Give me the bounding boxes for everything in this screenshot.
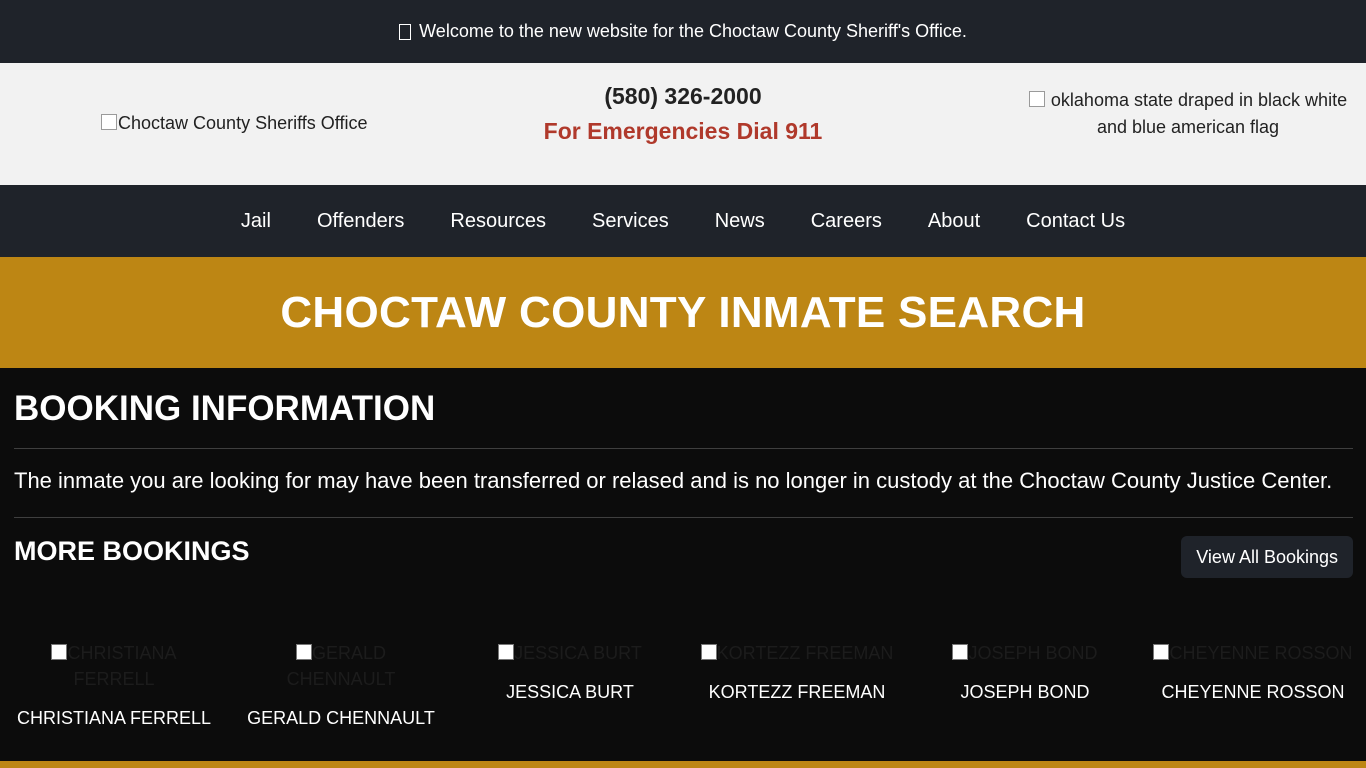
broken-image-icon [295, 644, 312, 660]
site-header: Choctaw County Sheriffs Office (580) 326… [0, 63, 1366, 185]
flag-alt-text: oklahoma state draped in black white and… [1050, 90, 1348, 137]
page-banner: CHOCTAW COUNTY INMATE SEARCH [0, 257, 1366, 368]
flag-image: oklahoma state draped in black white and… [1020, 87, 1356, 141]
booking-card[interactable]: KORTEZZ FREEMAN KORTEZZ FREEMAN [700, 640, 894, 703]
footer-accent-line [0, 761, 1366, 768]
view-all-bookings-button[interactable]: View All Bookings [1181, 536, 1353, 578]
broken-image-icon [51, 644, 68, 660]
booking-photo[interactable]: JOSEPH BOND [952, 640, 1098, 666]
photo-alt-text: CHRISTIANA FERRELL [67, 643, 177, 689]
booking-photo[interactable]: CHRISTIANA FERRELL [14, 640, 214, 692]
booking-photo[interactable]: JESSICA BURT [497, 640, 643, 666]
booking-name[interactable]: JESSICA BURT [497, 682, 643, 703]
nav-contact-us[interactable]: Contact Us [1003, 210, 1148, 233]
booking-name[interactable]: KORTEZZ FREEMAN [700, 682, 894, 703]
booking-name[interactable]: GERALD CHENNAULT [241, 708, 441, 729]
broken-image-icon [498, 644, 515, 660]
booking-card[interactable]: CHRISTIANA FERRELL CHRISTIANA FERRELL [14, 640, 214, 729]
booking-card[interactable]: GERALD CHENNAULT GERALD CHENNAULT [241, 640, 441, 729]
nav-news[interactable]: News [692, 210, 788, 233]
photo-alt-text: CHEYENNE ROSSON [1169, 643, 1353, 663]
more-bookings-header: MORE BOOKINGS View All Bookings [14, 518, 1353, 605]
more-bookings-heading: MORE BOOKINGS [14, 536, 250, 566]
photo-alt-text: JESSICA BURT [514, 643, 642, 663]
booking-name[interactable]: CHRISTIANA FERRELL [14, 708, 214, 729]
booking-card[interactable]: CHEYENNE ROSSON CHEYENNE ROSSON [1153, 640, 1353, 703]
announcement-text: Welcome to the new website for the Choct… [419, 21, 967, 41]
photo-alt-text: JOSEPH BOND [968, 643, 1098, 663]
booking-message: The inmate you are looking for may have … [14, 468, 1333, 493]
nav-offenders[interactable]: Offenders [294, 210, 427, 233]
booking-heading: BOOKING INFORMATION [14, 389, 436, 428]
booking-photo[interactable]: KORTEZZ FREEMAN [700, 640, 894, 666]
broken-image-icon [952, 644, 969, 660]
broken-image-icon [700, 644, 717, 660]
nav-about[interactable]: About [905, 210, 1003, 233]
broken-image-icon [1028, 91, 1045, 107]
info-icon [399, 23, 412, 40]
nav-jail[interactable]: Jail [218, 210, 294, 233]
page-title: CHOCTAW COUNTY INMATE SEARCH [280, 287, 1086, 337]
announcement-bar: Welcome to the new website for the Choct… [0, 0, 1366, 63]
booking-card[interactable]: JOSEPH BOND JOSEPH BOND [952, 640, 1098, 703]
nav-careers[interactable]: Careers [788, 210, 905, 233]
booking-photo[interactable]: CHEYENNE ROSSON [1153, 640, 1353, 666]
booking-card[interactable]: JESSICA BURT JESSICA BURT [497, 640, 643, 703]
booking-name[interactable]: CHEYENNE ROSSON [1153, 682, 1353, 703]
nav-services[interactable]: Services [569, 210, 692, 233]
main-content: BOOKING INFORMATION The inmate you are l… [0, 368, 1366, 605]
broken-image-icon [1153, 644, 1170, 660]
booking-name[interactable]: JOSEPH BOND [952, 682, 1098, 703]
main-nav: Jail Offenders Resources Services News C… [0, 185, 1366, 257]
booking-photo[interactable]: GERALD CHENNAULT [241, 640, 441, 692]
photo-alt-text: KORTEZZ FREEMAN [716, 643, 894, 663]
bookings-grid: CHRISTIANA FERRELL CHRISTIANA FERRELL GE… [0, 640, 1366, 750]
nav-resources[interactable]: Resources [427, 210, 569, 233]
